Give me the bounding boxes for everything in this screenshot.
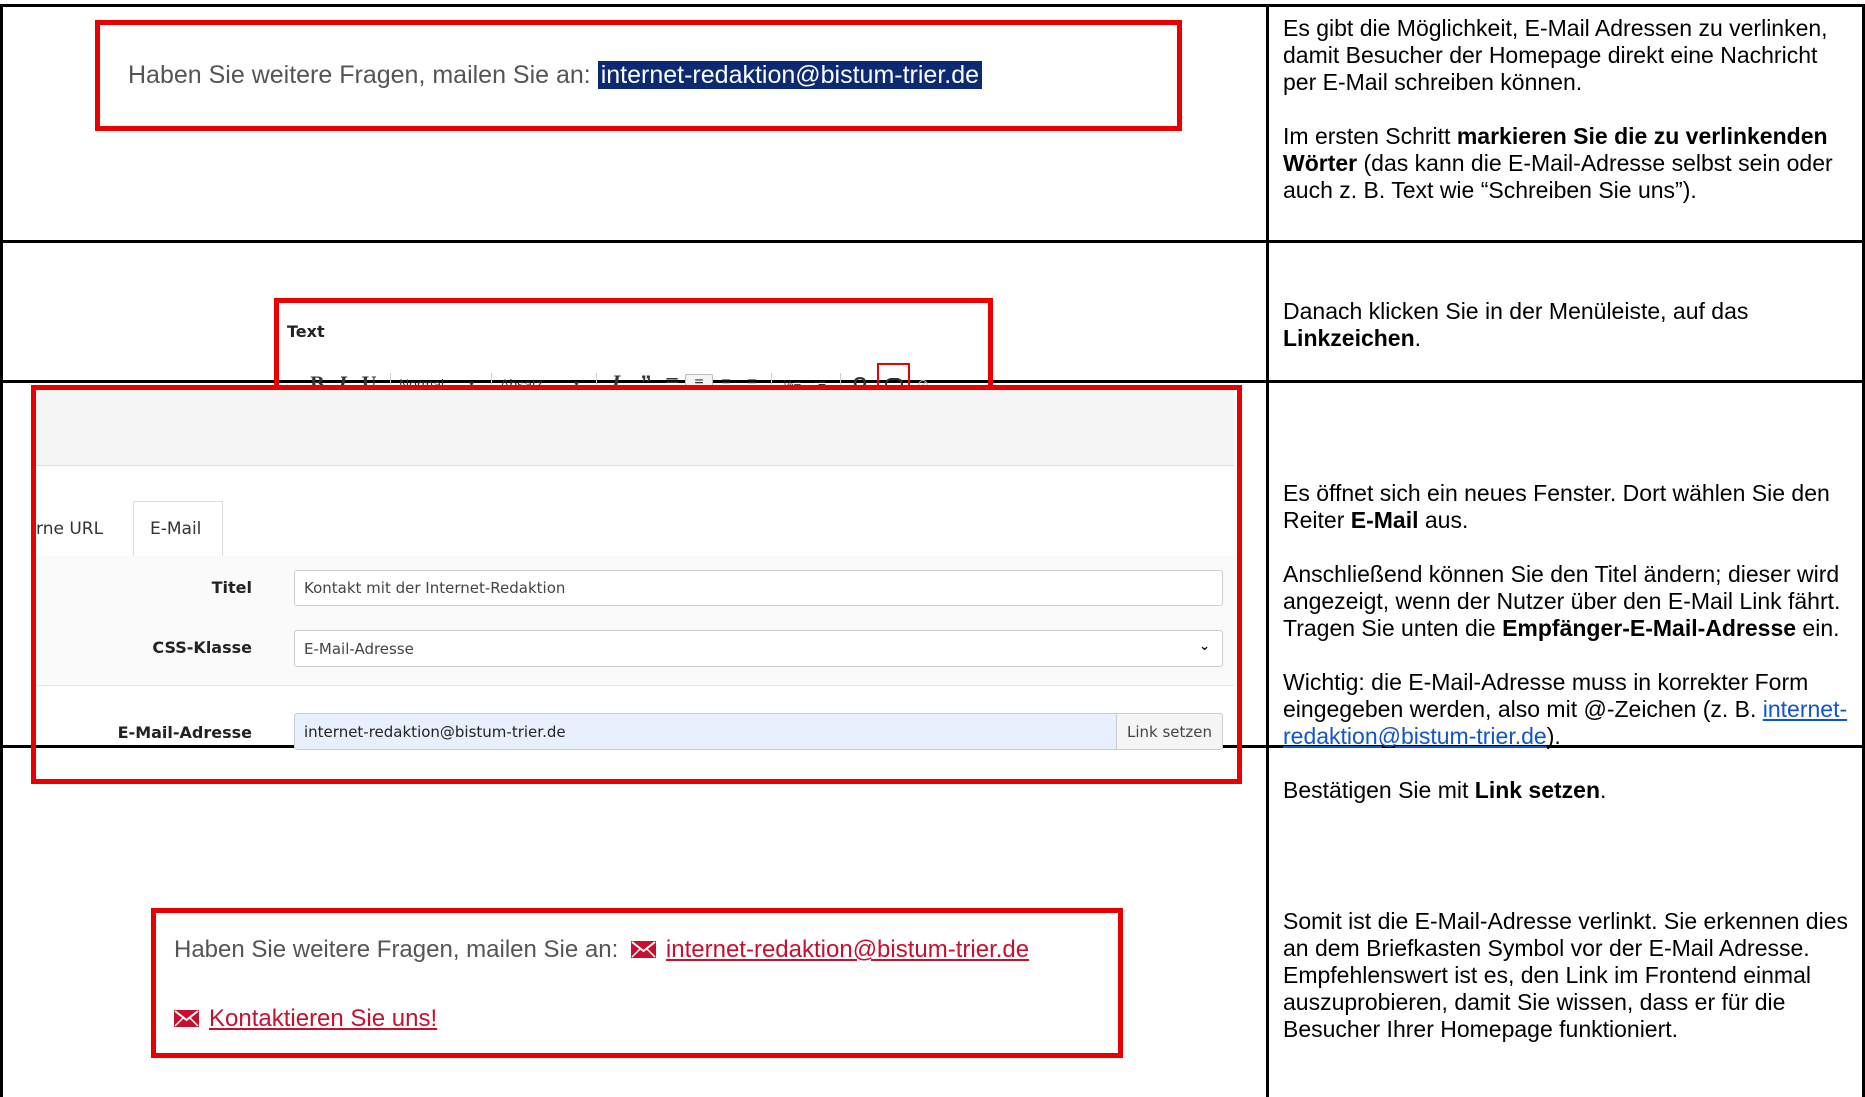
contact-link-line: Kontaktieren Sie uns! bbox=[174, 1005, 437, 1033]
instruction-paragraph: Es öffnet sich ein neues Fenster. Dort w… bbox=[1283, 480, 1853, 534]
text-run: Es gibt die Möglichkeit, E-Mail Adressen… bbox=[1283, 15, 1828, 95]
text-run: ein. bbox=[1796, 615, 1840, 641]
bold-text: Linkzeichen bbox=[1283, 325, 1415, 351]
table-border-top bbox=[0, 4, 1865, 7]
mail-icon bbox=[630, 941, 656, 958]
highlight-frame bbox=[151, 908, 1123, 1058]
text-run: Wichtig: die E-Mail-Adresse muss in korr… bbox=[1283, 669, 1809, 722]
sample-text-line: Haben Sie weitere Fragen, mailen Sie an:… bbox=[128, 61, 983, 90]
bold-text: Empfänger-E-Mail-Adresse bbox=[1502, 615, 1797, 641]
text-run: Im ersten Schritt bbox=[1283, 123, 1457, 149]
text-run: Bestätigen Sie mit bbox=[1283, 777, 1475, 803]
text-run: ). bbox=[1546, 723, 1561, 749]
instruction-paragraph: Somit ist die E-Mail-Adresse verlinkt. S… bbox=[1283, 908, 1853, 962]
instruction-paragraph: Empfehlenswert ist es, den Link im Front… bbox=[1283, 962, 1853, 1043]
instruction-text: Es öffnet sich ein neues Fenster. Dort w… bbox=[1283, 480, 1853, 804]
sample-text-line: Haben Sie weitere Fragen, mailen Sie an:… bbox=[174, 936, 1029, 964]
text-run: . bbox=[1414, 325, 1422, 351]
text-run: Somit ist die E-Mail-Adresse verlinkt. S… bbox=[1283, 908, 1849, 961]
instruction-paragraph: Bestätigen Sie mit Link setzen. bbox=[1283, 777, 1853, 804]
text-run: Empfehlenswert ist es, den Link im Front… bbox=[1283, 962, 1811, 1042]
mail-icon bbox=[174, 1010, 199, 1027]
contact-link[interactable]: Kontaktieren Sie uns! bbox=[209, 1005, 437, 1032]
instruction-text: Danach klicken Sie in der Menüleiste, au… bbox=[1283, 298, 1853, 352]
table-border-left bbox=[0, 4, 3, 1097]
bold-text: Link setzen bbox=[1474, 777, 1601, 803]
text-run: . bbox=[1600, 777, 1607, 803]
text-run: (das kann die E-Mail-Adresse selbst sein… bbox=[1283, 150, 1833, 203]
text-run: aus. bbox=[1418, 507, 1469, 533]
instruction-paragraph: Anschließend können Sie den Titel ändern… bbox=[1283, 561, 1853, 642]
row-divider bbox=[0, 240, 1865, 243]
column-divider bbox=[1266, 4, 1269, 1097]
selected-email-text: internet-redaktion@bistum-trier.de bbox=[597, 61, 983, 89]
bold-text: E-Mail bbox=[1350, 507, 1419, 533]
instruction-paragraph: Im ersten Schritt markieren Sie die zu v… bbox=[1283, 123, 1853, 204]
highlight-frame bbox=[31, 385, 1242, 784]
instruction-paragraph: Es gibt die Möglichkeit, E-Mail Adressen… bbox=[1283, 15, 1853, 96]
instruction-text: Somit ist die E-Mail-Adresse verlinkt. S… bbox=[1283, 908, 1853, 1043]
instruction-text: Es gibt die Möglichkeit, E-Mail Adressen… bbox=[1283, 15, 1853, 204]
instruction-paragraph: Wichtig: die E-Mail-Adresse muss in korr… bbox=[1283, 669, 1853, 750]
text-run: Danach klicken Sie in der Menüleiste, au… bbox=[1283, 298, 1749, 324]
sample-sentence: Haben Sie weitere Fragen, mailen Sie an: bbox=[174, 936, 619, 963]
sample-sentence: Haben Sie weitere Fragen, mailen Sie an: bbox=[128, 61, 591, 89]
editor-label: Text bbox=[287, 322, 325, 341]
instruction-paragraph: Danach klicken Sie in der Menüleiste, au… bbox=[1283, 298, 1853, 352]
email-link[interactable]: internet-redaktion@bistum-trier.de bbox=[666, 936, 1029, 963]
